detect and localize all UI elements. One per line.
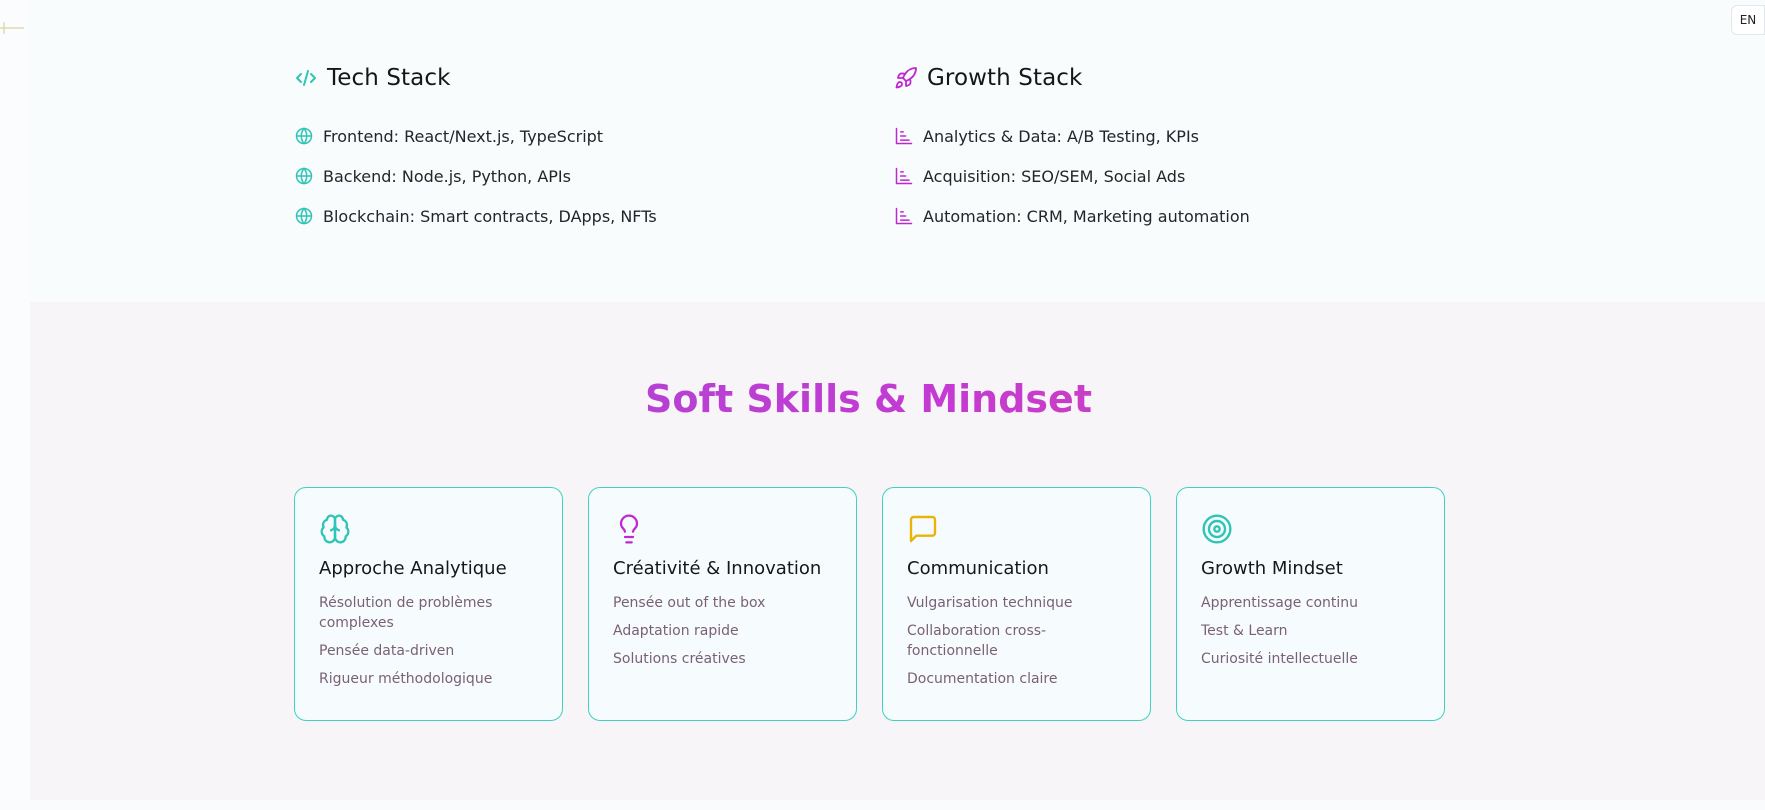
list-item: Pensée out of the box	[613, 595, 766, 611]
list-item: Automation: CRM, Marketing automation	[893, 196, 1250, 236]
bottom-edge-strip	[0, 800, 1765, 810]
list-item: Acquisition: SEO/SEM, Social Ads	[893, 156, 1250, 196]
list-item: Blockchain: Smart contracts, DApps, NFTs	[293, 196, 657, 236]
growth-stack-title: Growth Stack	[927, 65, 1083, 91]
soft-skills-cards: Approche Analytique Résolution de problè…	[294, 487, 1445, 721]
decorative-sparkle-icon	[0, 22, 24, 34]
lightbulb-icon	[613, 512, 647, 546]
globe-icon	[293, 125, 315, 147]
growth-stack-heading: Growth Stack	[893, 58, 1250, 98]
list-item: Backend: Node.js, Python, APIs	[293, 156, 657, 196]
globe-icon	[293, 205, 315, 227]
list-item: Pensée data-driven	[319, 643, 455, 659]
bar-chart-icon	[893, 165, 915, 187]
skill-card-growth-mindset: Growth Mindset Apprentissage continu Tes…	[1176, 487, 1445, 721]
brain-icon	[319, 512, 353, 546]
list-item: Résolution de problèmes complexes	[319, 595, 493, 631]
list-item: Apprentissage continu	[1201, 595, 1359, 611]
language-switch-button[interactable]: EN	[1731, 5, 1765, 35]
list-item: Collaboration cross-fonctionnelle	[907, 623, 1047, 659]
growth-stack-column: Growth Stack Analytics & Data: A/B Testi…	[893, 58, 1250, 236]
tech-stack-column: Tech Stack Frontend: React/Next.js, Type…	[293, 58, 657, 236]
list-item: Frontend: React/Next.js, TypeScript	[293, 116, 657, 156]
rocket-icon	[893, 65, 919, 91]
soft-skills-title: Soft Skills & Mindset	[30, 377, 1707, 421]
skill-card-communication: Communication Vulgarisation technique Co…	[882, 487, 1151, 721]
bar-chart-icon	[893, 205, 915, 227]
tech-stack-heading: Tech Stack	[293, 58, 657, 98]
skill-card-creativity: Créativité & Innovation Pensée out of th…	[588, 487, 857, 721]
tech-stack-item-label: Frontend: React/Next.js, TypeScript	[323, 126, 604, 146]
target-icon	[1201, 512, 1235, 546]
skill-card-analytical: Approche Analytique Résolution de problè…	[294, 487, 563, 721]
growth-stack-item-label: Automation: CRM, Marketing automation	[923, 206, 1250, 226]
message-square-icon	[907, 512, 941, 546]
tech-stack-list: Frontend: React/Next.js, TypeScript Back…	[293, 116, 657, 236]
skill-card-list: Résolution de problèmes complexes Pensée…	[319, 593, 538, 689]
list-item: Curiosité intellectuelle	[1201, 651, 1358, 667]
list-item: Solutions créatives	[613, 651, 746, 667]
list-item: Rigueur méthodologique	[319, 671, 493, 687]
skill-card-list: Vulgarisation technique Collaboration cr…	[907, 593, 1126, 689]
skill-card-list: Apprentissage continu Test & Learn Curio…	[1201, 593, 1420, 669]
skill-card-title: Communication	[907, 558, 1049, 579]
skill-card-list: Pensée out of the box Adaptation rapide …	[613, 593, 832, 669]
list-item: Adaptation rapide	[613, 623, 739, 639]
skill-card-title: Créativité & Innovation	[613, 558, 822, 579]
bar-chart-icon	[893, 125, 915, 147]
growth-stack-list: Analytics & Data: A/B Testing, KPIs Acqu…	[893, 116, 1250, 236]
list-item: Test & Learn	[1201, 623, 1288, 639]
tech-stack-item-label: Blockchain: Smart contracts, DApps, NFTs	[323, 206, 657, 226]
list-item: Documentation claire	[907, 671, 1058, 687]
code-icon	[293, 65, 319, 91]
list-item: Analytics & Data: A/B Testing, KPIs	[893, 116, 1250, 156]
list-item: Vulgarisation technique	[907, 595, 1073, 611]
tech-stack-title: Tech Stack	[327, 65, 451, 91]
globe-icon	[293, 165, 315, 187]
stacks-section: Tech Stack Frontend: React/Next.js, Type…	[293, 58, 1493, 238]
left-edge-strip	[0, 0, 30, 810]
soft-skills-section: Soft Skills & Mindset Approche Analytiqu…	[30, 302, 1765, 800]
growth-stack-item-label: Acquisition: SEO/SEM, Social Ads	[923, 166, 1186, 186]
skill-card-title: Growth Mindset	[1201, 558, 1343, 579]
skill-card-title: Approche Analytique	[319, 558, 507, 579]
tech-stack-item-label: Backend: Node.js, Python, APIs	[323, 166, 571, 186]
growth-stack-item-label: Analytics & Data: A/B Testing, KPIs	[923, 126, 1199, 146]
